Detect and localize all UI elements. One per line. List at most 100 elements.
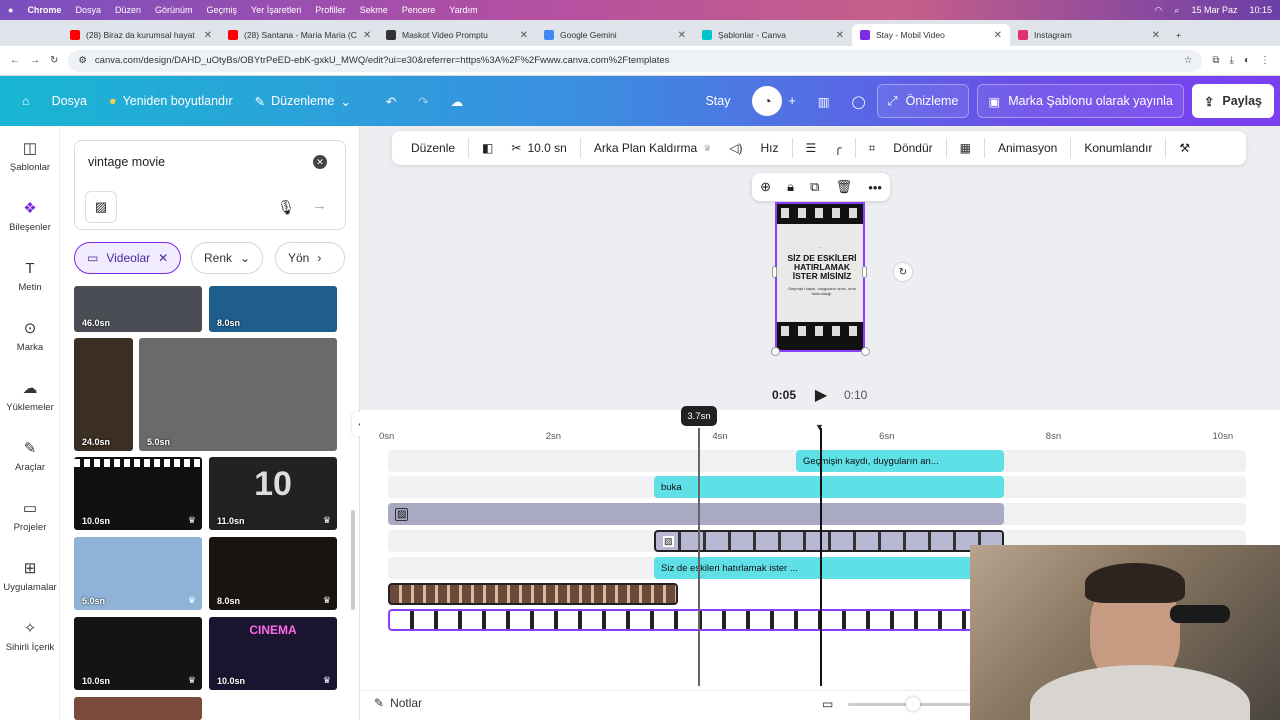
video-thumbnail[interactable] — [209, 697, 337, 720]
download-icon[interactable]: ⤓ — [1230, 55, 1234, 66]
speed-button[interactable]: Hız — [752, 131, 788, 165]
comment-button[interactable]: ◯ — [841, 94, 877, 109]
video-thumbnail[interactable]: 10.0sn ♛ — [74, 617, 202, 690]
submit-search-icon[interactable]: → — [312, 197, 327, 214]
panel-scrollbar[interactable] — [351, 510, 355, 610]
video-thumbnail[interactable]: 8.0sn ♛ — [209, 537, 337, 610]
video-thumbnail[interactable]: 5.0sn ♛ — [74, 537, 202, 610]
duplicate-icon[interactable]: ⧉ — [810, 179, 819, 195]
zoom-slider-thumb[interactable] — [906, 697, 920, 711]
rail-item-tools[interactable]: ✎ Araçlar — [0, 426, 60, 486]
menu-tab[interactable]: Sekme — [360, 5, 388, 15]
reload-icon[interactable]: ↻ — [50, 55, 58, 66]
video-thumbnail[interactable]: 10.0sn ♛ — [74, 457, 202, 530]
crop-button[interactable]: ⌗ — [860, 131, 885, 165]
menu-profiles[interactable]: Profiller — [315, 5, 346, 15]
menu-file[interactable]: Dosya — [75, 5, 101, 15]
rail-item-brand[interactable]: ⊙ Marka — [0, 306, 60, 366]
playhead-handle-icon[interactable]: ▼ — [815, 422, 824, 432]
clear-search-icon[interactable]: ✕ — [313, 155, 327, 169]
resize-handle[interactable] — [771, 347, 780, 356]
video-clip[interactable] — [388, 583, 678, 605]
rail-item-templates[interactable]: ◫ Şablonlar — [0, 126, 60, 186]
rotate-handle-icon[interactable]: ↻ — [894, 263, 912, 281]
close-tab-icon[interactable]: ✕ — [994, 30, 1002, 41]
rail-item-upload[interactable]: ☁ Yüklemeler — [0, 366, 60, 426]
close-tab-icon[interactable]: ✕ — [363, 30, 371, 41]
transparency-button[interactable]: ▦ — [951, 131, 980, 165]
browser-tab[interactable]: Maskot Video Promptu ✕ — [378, 24, 536, 46]
animation-button[interactable]: Animasyon — [989, 131, 1066, 165]
site-info-icon[interactable]: ⚙ — [78, 55, 87, 66]
search-input[interactable]: vintage movie — [88, 155, 165, 169]
lock-icon[interactable]: 🔒︎ — [787, 179, 794, 195]
video-thumbnail[interactable]: 24.0sn — [74, 338, 133, 451]
paint-format-button[interactable]: ⚒ — [1170, 131, 1199, 165]
undo-button[interactable]: ↶ — [362, 94, 407, 109]
playhead[interactable] — [820, 428, 822, 686]
text-clip[interactable]: Siz de eskileri hatırlamak ister ... — [654, 557, 1004, 579]
browser-menu-icon[interactable]: ⋮ — [1260, 55, 1270, 66]
resize-handle[interactable] — [861, 347, 870, 356]
preview-button[interactable]: ⤢ Önizleme — [876, 84, 970, 118]
video-thumbnail[interactable]: 5.0sn — [139, 338, 337, 451]
notes-button[interactable]: ✎ Notlar — [374, 696, 422, 710]
share-button[interactable]: ⇪ Paylaş — [1191, 84, 1274, 118]
filter-videos-chip[interactable]: ▭ Videolar ✕ — [74, 242, 182, 274]
filter-color-dropdown[interactable]: Renk ⌄ — [191, 242, 264, 274]
filter-orientation-dropdown[interactable]: Yön › — [275, 242, 345, 274]
border-style-button[interactable]: ☰ — [797, 131, 826, 165]
browser-tab[interactable]: Şablonlar - Canva ✕ — [694, 24, 852, 46]
browser-tab[interactable]: Google Gemini ✕ — [536, 24, 694, 46]
redo-button[interactable]: ↷ — [407, 94, 439, 109]
timeline-view-icon[interactable]: ▭ — [822, 697, 833, 711]
design-canvas[interactable]: .... SİZ DE ESKİLERİ HATIRLAMAK İSTER Mİ… — [775, 202, 865, 352]
forward-icon[interactable]: → — [30, 55, 40, 66]
menu-edit[interactable]: Düzen — [115, 5, 141, 15]
browser-tab[interactable]: (28) Biraz da kurumsal hayat ✕ — [62, 24, 220, 46]
volume-button[interactable]: ◁) — [720, 131, 751, 165]
app-name[interactable]: Chrome — [27, 5, 61, 15]
rail-item-text[interactable]: T Metin — [0, 246, 60, 306]
flip-button[interactable]: ◧ — [473, 131, 502, 165]
menu-view[interactable]: Görünüm — [155, 5, 193, 15]
comment-add-icon[interactable]: ⊕ — [760, 179, 771, 195]
corner-rounding-button[interactable]: ╭ — [825, 131, 850, 165]
edit-video-button[interactable]: Düzenle — [402, 131, 464, 165]
wifi-icon[interactable]: ◠ — [1155, 5, 1163, 16]
home-button[interactable]: ⌂ — [0, 94, 41, 108]
edit-mode-button[interactable]: ✎ Düzenleme ⌄ — [244, 94, 362, 109]
video-thumbnail[interactable] — [74, 697, 202, 720]
search-icon[interactable]: ⌕ — [1174, 5, 1179, 16]
close-tab-icon[interactable]: ✕ — [836, 30, 844, 41]
trim-button[interactable]: ✂ 10.0 sn — [502, 131, 575, 165]
trash-icon[interactable]: 🗑︎ — [836, 179, 853, 195]
rail-item-apps[interactable]: ⊞ Uygulamalar — [0, 546, 60, 606]
new-tab-button[interactable]: + — [1168, 24, 1192, 46]
add-collaborator-icon[interactable]: + — [788, 94, 795, 108]
close-tab-icon[interactable]: ✕ — [678, 30, 686, 41]
resize-button[interactable]: ● Yeniden boyutlandır — [98, 94, 244, 108]
close-tab-icon[interactable]: ✕ — [520, 30, 528, 41]
cloud-save-button[interactable]: ☁ — [440, 94, 475, 109]
close-tab-icon[interactable]: ✕ — [204, 30, 212, 41]
bookmark-star-icon[interactable]: ☆ — [1184, 55, 1193, 66]
bg-remove-button[interactable]: Arka Plan Kaldırma ♛ — [585, 131, 720, 165]
browser-tab[interactable]: Stay - Mobil Video ✕ — [852, 24, 1010, 46]
text-clip[interactable]: Geçmişin kaydı, duyguların an... — [796, 450, 1004, 472]
microphone-icon[interactable]: 🎙 — [277, 199, 295, 216]
more-icon[interactable]: ••• — [868, 180, 882, 195]
play-button[interactable]: ▶ — [808, 382, 834, 408]
menu-window[interactable]: Pencere — [402, 5, 436, 15]
text-clip[interactable]: buka — [654, 476, 1004, 498]
rail-item-elements[interactable]: ❖ Bileşenler — [0, 186, 60, 246]
image-clip[interactable]: ▨ — [388, 503, 1004, 525]
collaborator-avatar[interactable]: ◔ + — [741, 86, 806, 116]
rail-item-magic[interactable]: ✧ Sihirli İçerik — [0, 606, 60, 666]
back-icon[interactable]: ← — [10, 55, 20, 66]
video-thumbnail[interactable]: CINEMA 10.0sn ♛ — [209, 617, 337, 690]
profile-avatar[interactable]: ◐ — [1244, 55, 1250, 66]
resize-handle[interactable] — [772, 266, 777, 278]
url-field[interactable]: ⚙ canva.com/design/DAHD_uOtyBs/OBYtrPeED… — [68, 49, 1203, 72]
remove-filter-icon[interactable]: ✕ — [158, 251, 168, 265]
